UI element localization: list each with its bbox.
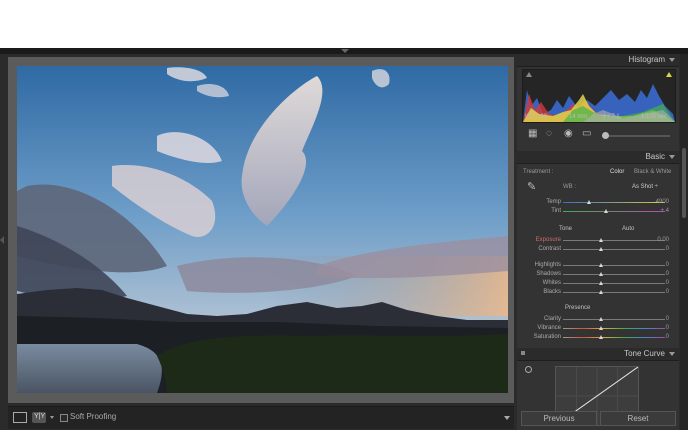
- tool-slider-knob[interactable]: [602, 132, 609, 139]
- wb-dropdown[interactable]: As Shot ÷: [632, 184, 658, 190]
- spot-removal-icon[interactable]: ◌: [546, 128, 552, 139]
- contrast-slider[interactable]: [563, 247, 665, 251]
- histogram-title: Histogram: [628, 55, 665, 64]
- blacks-label: Blacks: [543, 289, 561, 295]
- basic-header[interactable]: Basic: [517, 151, 679, 164]
- exif-focal-length: 14 mm: [569, 114, 588, 120]
- image-display-area: [8, 57, 514, 403]
- blacks-slider[interactable]: [563, 290, 665, 294]
- tint-slider-knob[interactable]: [604, 209, 608, 213]
- saturation-slider-knob[interactable]: [599, 335, 603, 339]
- eyedropper-icon[interactable]: ✎: [527, 180, 536, 193]
- clarity-slider-knob[interactable]: [599, 317, 603, 321]
- vibrance-label: Vibrance: [537, 325, 561, 331]
- crop-grid-icon[interactable]: ▦: [528, 128, 537, 139]
- tone-curve-title: Tone Curve: [624, 349, 665, 358]
- whites-slider[interactable]: [563, 281, 665, 285]
- compare-view-label: Y|Y: [34, 413, 46, 420]
- contrast-value[interactable]: 0: [666, 246, 669, 252]
- previous-button[interactable]: Previous: [521, 411, 597, 426]
- tool-slider[interactable]: [602, 132, 670, 139]
- image-toolbar: Y|Y Soft Proofing: [8, 406, 514, 429]
- soft-proofing-label: Soft Proofing: [70, 412, 117, 421]
- tone-curve-header[interactable]: Tone Curve: [517, 348, 679, 361]
- landscape-photo: [17, 66, 508, 393]
- whites-value[interactable]: 0: [666, 280, 669, 286]
- exposure-slider[interactable]: [563, 238, 665, 242]
- contrast-slider-knob[interactable]: [599, 247, 603, 251]
- tint-label: Tint: [551, 208, 561, 214]
- soft-proofing-checkbox[interactable]: [60, 414, 68, 422]
- red-eye-icon[interactable]: ◉: [564, 128, 573, 139]
- toolbar-dropdown-icon[interactable]: [504, 416, 510, 420]
- exif-aperture: ƒ / 7.1: [603, 114, 620, 120]
- panel-switch-icon[interactable]: [521, 351, 525, 355]
- target-adjust-icon[interactable]: [525, 366, 532, 373]
- clarity-slider[interactable]: [563, 317, 665, 321]
- exif-iso: ISO 100: [525, 114, 548, 120]
- vibrance-slider-knob[interactable]: [599, 326, 603, 330]
- shadow-clipping-icon[interactable]: [526, 72, 532, 77]
- scrollbar-thumb[interactable]: [682, 148, 686, 218]
- graduated-filter-icon[interactable]: ▭: [582, 128, 591, 139]
- treatment-color-option[interactable]: Color: [610, 169, 624, 175]
- right-panel-scrollbar[interactable]: [680, 54, 688, 430]
- highlight-clipping-icon[interactable]: [666, 72, 672, 77]
- vibrance-slider[interactable]: [563, 326, 665, 330]
- temp-slider[interactable]: [563, 200, 665, 204]
- right-panel: Histogram ISO 100 14 mm ƒ / 7.1 1/100 se…: [517, 54, 679, 430]
- tint-slider[interactable]: [563, 209, 665, 213]
- shadows-value[interactable]: 0: [666, 271, 669, 277]
- treatment-bw-option[interactable]: Black & White: [634, 169, 671, 175]
- temp-value[interactable]: 4900: [656, 199, 669, 205]
- histogram-header[interactable]: Histogram: [517, 54, 679, 67]
- contrast-label: Contrast: [538, 246, 561, 252]
- tone-section-label: Tone: [559, 226, 573, 232]
- highlights-value[interactable]: 0: [666, 262, 669, 268]
- compare-dropdown-icon[interactable]: [50, 416, 54, 419]
- whites-slider-knob[interactable]: [599, 281, 603, 285]
- shadows-slider[interactable]: [563, 272, 665, 276]
- wb-label: WB :: [563, 184, 576, 190]
- saturation-value[interactable]: 0: [666, 334, 669, 340]
- highlights-label: Highlights: [534, 262, 561, 268]
- top-panel-toggle-icon[interactable]: [341, 49, 349, 53]
- collapse-triangle-icon[interactable]: [669, 58, 675, 62]
- temp-slider-knob[interactable]: [587, 200, 591, 204]
- treatment-label: Treatment :: [523, 169, 554, 175]
- exposure-value[interactable]: 0.00: [657, 237, 669, 243]
- whites-label: Whites: [542, 280, 561, 286]
- blacks-value[interactable]: 0: [666, 289, 669, 295]
- shadows-label: Shadows: [536, 271, 561, 277]
- clarity-value[interactable]: 0: [666, 316, 669, 322]
- tone-auto-button[interactable]: Auto: [622, 226, 634, 232]
- collapse-triangle-icon[interactable]: [669, 352, 675, 356]
- basic-title: Basic: [645, 152, 665, 161]
- lightroom-develop-window: Y|Y Soft Proofing Histogram ISO 100 14 m…: [0, 48, 688, 430]
- clarity-label: Clarity: [543, 316, 561, 322]
- collapse-triangle-icon[interactable]: [669, 155, 675, 159]
- temp-label: Temp: [546, 199, 561, 205]
- saturation-slider[interactable]: [563, 335, 665, 339]
- loupe-view-icon[interactable]: [13, 412, 27, 423]
- develop-tool-strip: ▦ ◌ ◉ ▭: [522, 126, 674, 144]
- shadows-slider-knob[interactable]: [599, 272, 603, 276]
- presence-section-label: Presence: [565, 305, 591, 311]
- left-panel-toggle-icon[interactable]: [0, 236, 4, 244]
- exposure-slider-knob[interactable]: [599, 238, 603, 242]
- exposure-label: Exposure: [535, 237, 561, 243]
- tint-value[interactable]: + 4: [660, 208, 669, 214]
- photo-preview[interactable]: [17, 66, 508, 393]
- blacks-slider-knob[interactable]: [599, 290, 603, 294]
- vibrance-value[interactable]: 0: [666, 325, 669, 331]
- saturation-label: Saturation: [533, 334, 561, 340]
- reset-button[interactable]: Reset: [600, 411, 676, 426]
- compare-view-button[interactable]: Y|Y: [32, 412, 46, 423]
- exif-shutter-speed: 1/100 sec: [641, 114, 668, 120]
- highlights-slider-knob[interactable]: [599, 263, 603, 267]
- highlights-slider[interactable]: [563, 263, 665, 267]
